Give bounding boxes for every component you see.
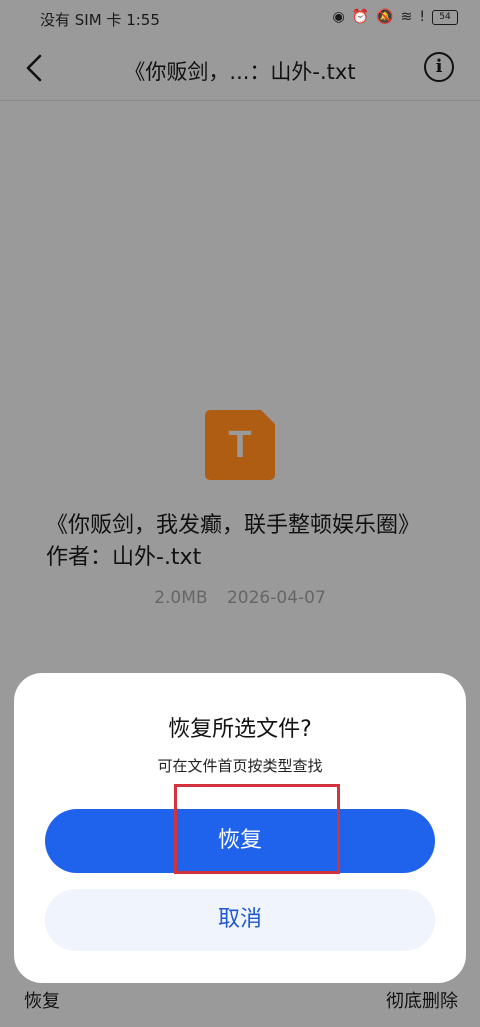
alarm-icon: ⏰ — [351, 9, 370, 25]
file-name: 《你贩剑，我发癫，联手整顿娱乐圈》作者：山外-.txt — [46, 513, 421, 570]
file-meta: 2.0MB 2026-04-07 — [0, 588, 480, 608]
battery-icon: 54 — [432, 9, 458, 25]
carrier-time: 没有 SIM 卡 1:55 — [40, 11, 160, 29]
file-size: 2.0MB — [154, 588, 208, 608]
status-icons: ◉ ⏰ 🔕 ≋ ! 54 — [333, 8, 458, 26]
delete-permanently-action[interactable]: 彻底删除 — [386, 987, 458, 1013]
status-bar: 没有 SIM 卡 1:55 ◉ ⏰ 🔕 ≋ ! 54 — [0, 0, 480, 38]
dialog-title: 恢复所选文件? — [168, 717, 312, 742]
highlight-box — [174, 784, 340, 874]
top-app-bar: 《你贩剑，...：山外-.txt i — [0, 38, 480, 100]
txt-file-icon: T — [205, 410, 275, 480]
mute-icon: 🔕 — [376, 9, 394, 25]
header-divider — [0, 100, 480, 101]
cancel-button[interactable]: 取消 — [45, 889, 435, 951]
alert-icon: ! — [419, 9, 425, 25]
page-title: 《你贩剑，...：山外-.txt — [124, 60, 356, 84]
file-icon-letter: T — [228, 424, 252, 466]
wifi-icon: ≋ — [400, 9, 413, 25]
back-icon[interactable] — [18, 50, 54, 86]
eye-icon: ◉ — [332, 9, 345, 25]
restore-action[interactable]: 恢复 — [24, 987, 60, 1013]
info-icon[interactable]: i — [424, 52, 454, 82]
file-date: 2026-04-07 — [226, 588, 326, 608]
dialog-subtitle: 可在文件首页按类型查找 — [157, 757, 323, 775]
